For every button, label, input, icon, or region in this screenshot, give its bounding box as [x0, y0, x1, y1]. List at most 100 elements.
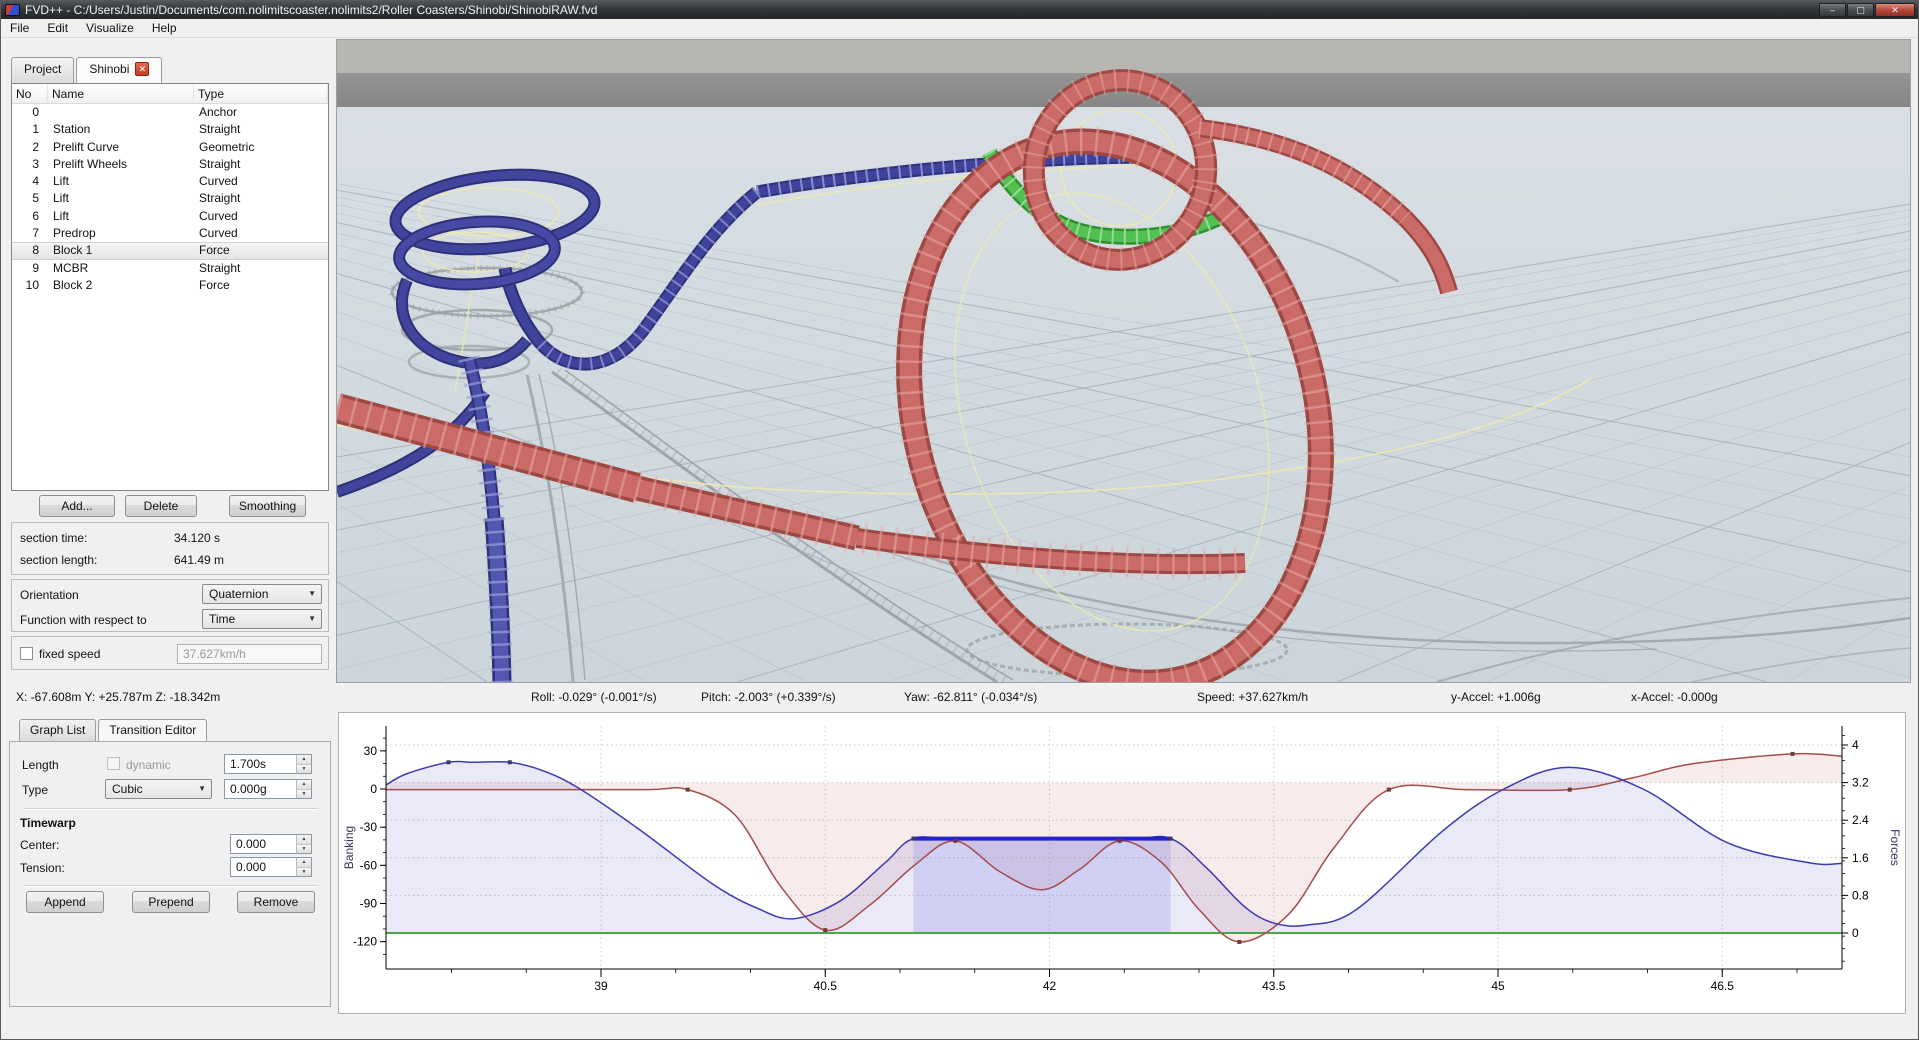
- svg-text:43.5: 43.5: [1262, 979, 1286, 993]
- fixed-speed-checkbox[interactable]: [20, 647, 33, 660]
- transition-graph-panel[interactable]: 300-30-60-90-12043.22.41.60.803940.54243…: [338, 712, 1906, 1014]
- 3d-viewport[interactable]: [336, 39, 1911, 683]
- row-name: Prelift Wheels: [48, 156, 194, 173]
- table-row[interactable]: 7PredropCurved: [12, 225, 328, 242]
- section-length-label: section length:: [20, 553, 97, 567]
- table-row[interactable]: 1StationStraight: [12, 121, 328, 138]
- chevron-down-icon: ▼: [308, 589, 316, 598]
- type-combo[interactable]: Cubic ▼: [105, 779, 212, 799]
- svg-text:0.8: 0.8: [1852, 888, 1869, 902]
- tension-spinner[interactable]: 0.000 ▲▼: [230, 857, 312, 877]
- row-type: Curved: [194, 173, 328, 190]
- fixed-speed-box: fixed speed 37.627km/h: [11, 636, 329, 670]
- close-button[interactable]: ✕: [1875, 3, 1915, 17]
- dynamic-label: dynamic: [126, 758, 171, 772]
- smoothing-button[interactable]: Smoothing: [229, 495, 306, 517]
- row-type: Anchor: [194, 104, 328, 121]
- svg-text:1.6: 1.6: [1852, 851, 1869, 865]
- svg-text:Forces: Forces: [1888, 829, 1902, 866]
- svg-text:42: 42: [1043, 979, 1057, 993]
- col-no[interactable]: No: [12, 84, 48, 104]
- maximize-button[interactable]: ▢: [1847, 3, 1874, 17]
- orientation-combo[interactable]: Quaternion ▼: [202, 584, 322, 604]
- col-name[interactable]: Name: [48, 84, 194, 104]
- row-name: MCBR: [48, 260, 194, 277]
- window-title: FVD++ - C:/Users/Justin/Documents/com.no…: [25, 3, 597, 17]
- row-type: Straight: [194, 156, 328, 173]
- function-combo[interactable]: Time ▼: [202, 609, 322, 629]
- section-time-label: section time:: [20, 531, 87, 545]
- row-type: Curved: [194, 208, 328, 225]
- table-row[interactable]: 4LiftCurved: [12, 173, 328, 190]
- row-type: Straight: [194, 260, 328, 277]
- menu-file[interactable]: File: [1, 19, 38, 37]
- document-tabbar: Project Shinobi ✕: [11, 57, 164, 83]
- row-no: 3: [12, 156, 48, 173]
- row-name: Lift: [48, 208, 194, 225]
- dynamic-checkbox[interactable]: [107, 757, 120, 770]
- minimize-button[interactable]: –: [1819, 3, 1846, 17]
- table-row[interactable]: 8Block 1Force: [12, 242, 328, 259]
- table-row[interactable]: 9MCBRStraight: [12, 260, 328, 277]
- table-row[interactable]: 10Block 2Force: [12, 277, 328, 294]
- tab-graph-list[interactable]: Graph List: [19, 719, 96, 742]
- add-button[interactable]: Add...: [39, 495, 115, 517]
- row-type: Straight: [194, 190, 328, 207]
- section-list[interactable]: No Name Type 0Anchor1StationStraight2Pre…: [11, 83, 329, 491]
- menu-edit[interactable]: Edit: [38, 19, 77, 37]
- table-row[interactable]: 5LiftStraight: [12, 190, 328, 207]
- delete-button[interactable]: Delete: [125, 495, 197, 517]
- col-type[interactable]: Type: [194, 84, 328, 104]
- svg-text:-30: -30: [360, 820, 378, 834]
- status-pitch: Pitch: -2.003° (+0.339°/s): [701, 690, 836, 704]
- row-name: Station: [48, 121, 194, 138]
- table-row[interactable]: 3Prelift WheelsStraight: [12, 156, 328, 173]
- orientation-box: Orientation Quaternion ▼ Function with r…: [11, 579, 329, 632]
- length-spinner[interactable]: 1.700s ▲▼: [224, 754, 312, 774]
- append-button[interactable]: Append: [26, 891, 104, 913]
- status-yaw: Yaw: -62.811° (-0.034°/s): [904, 690, 1037, 704]
- section-list-header: No Name Type: [12, 84, 328, 104]
- row-no: 4: [12, 173, 48, 190]
- svg-text:-90: -90: [360, 896, 378, 910]
- menu-bar: File Edit Visualize Help: [1, 19, 1918, 38]
- spin-down-icon: ▼: [297, 868, 311, 877]
- svg-text:4: 4: [1852, 738, 1859, 752]
- table-row[interactable]: 0Anchor: [12, 104, 328, 121]
- title-bar[interactable]: FVD++ - C:/Users/Justin/Documents/com.no…: [1, 1, 1918, 19]
- row-type: Force: [194, 277, 328, 294]
- row-no: 5: [12, 190, 48, 207]
- svg-text:40.5: 40.5: [814, 979, 838, 993]
- fixed-speed-input[interactable]: 37.627km/h: [177, 644, 322, 664]
- svg-text:Banking: Banking: [342, 826, 356, 869]
- tab-project[interactable]: Project: [11, 57, 74, 83]
- svg-text:0: 0: [370, 782, 377, 796]
- editor-tabbar: Graph List Transition Editor: [19, 719, 209, 742]
- chevron-down-icon: ▼: [198, 784, 206, 793]
- center-spinner[interactable]: 0.000 ▲▼: [230, 834, 312, 854]
- row-no: 10: [12, 277, 48, 294]
- tab-transition-editor[interactable]: Transition Editor: [98, 719, 207, 742]
- svg-text:39: 39: [594, 979, 608, 993]
- remove-button[interactable]: Remove: [237, 891, 315, 913]
- svg-text:45: 45: [1491, 979, 1505, 993]
- tab-shinobi[interactable]: Shinobi ✕: [76, 57, 162, 84]
- row-no: 1: [12, 121, 48, 138]
- menu-help[interactable]: Help: [143, 19, 186, 37]
- status-bar: X: -67.608m Y: +25.787m Z: -18.342m Roll…: [1, 683, 1918, 711]
- table-row[interactable]: 2Prelift CurveGeometric: [12, 139, 328, 156]
- prepend-button[interactable]: Prepend: [132, 891, 210, 913]
- table-row[interactable]: 6LiftCurved: [12, 208, 328, 225]
- spin-up-icon: ▲: [297, 780, 311, 790]
- length-label: Length: [22, 758, 59, 772]
- type-g-spinner[interactable]: 0.000g ▲▼: [224, 779, 312, 799]
- svg-text:0: 0: [1852, 926, 1859, 940]
- svg-text:2.4: 2.4: [1852, 813, 1869, 827]
- tab-close-icon[interactable]: ✕: [135, 62, 149, 76]
- menu-visualize[interactable]: Visualize: [77, 19, 143, 37]
- svg-text:46.5: 46.5: [1711, 979, 1735, 993]
- app-icon: [5, 4, 20, 16]
- section-time-value: 34.120 s: [174, 531, 220, 545]
- spin-up-icon: ▲: [297, 755, 311, 765]
- row-name: Lift: [48, 173, 194, 190]
